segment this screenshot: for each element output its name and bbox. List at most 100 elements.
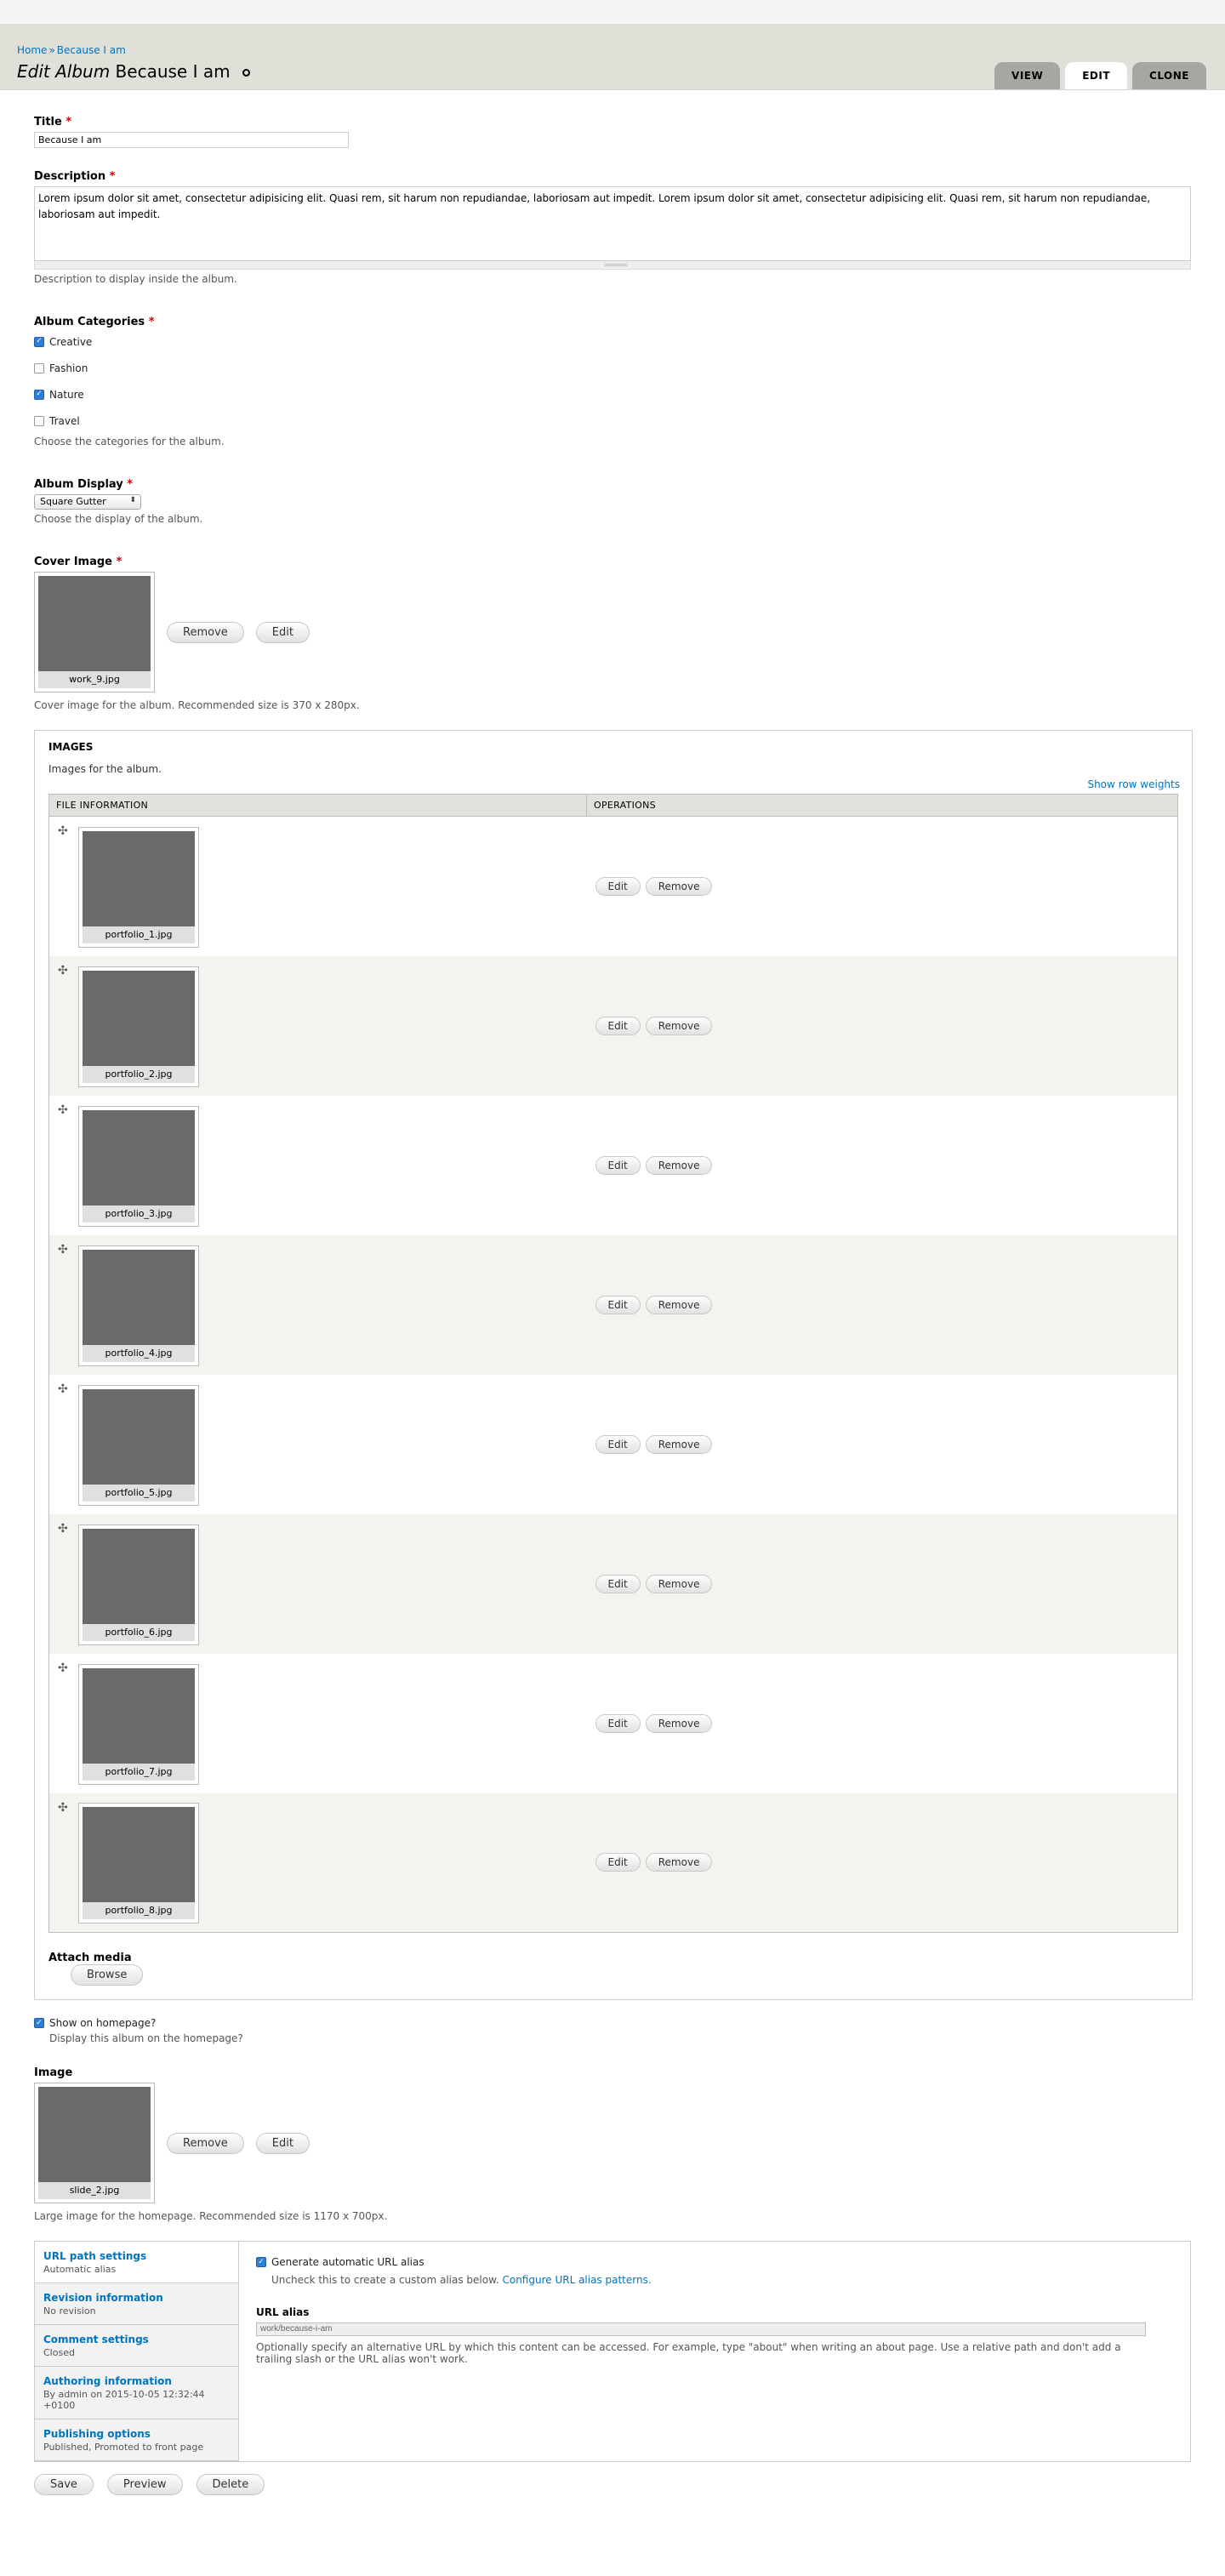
title-label-text: Title — [34, 116, 62, 128]
image-remove-button[interactable]: Remove — [645, 1713, 713, 1733]
tab-view[interactable]: VIEW — [994, 62, 1061, 89]
display-help: Choose the display of the album. — [34, 513, 203, 525]
configure-url-alias-link[interactable]: Configure URL alias patterns. — [502, 2274, 651, 2286]
image-file-cell: ✣ portfolio_5.jpg — [48, 1374, 587, 1514]
url-path-settings-pane: ✓ Generate automatic URL alias Uncheck t… — [239, 2242, 1190, 2461]
cover-label-text: Cover Image — [34, 556, 112, 568]
vertical-tab-item[interactable]: Authoring information By admin on 2015-10… — [35, 2367, 238, 2419]
title-input[interactable] — [34, 132, 349, 148]
image-remove-button[interactable]: Remove — [645, 1853, 713, 1872]
home-image-preview — [38, 2087, 151, 2182]
image-row: ✣ portfolio_7.jpg Edit Remove — [48, 1653, 1178, 1793]
drag-handle-icon[interactable]: ✣ — [58, 825, 68, 837]
cover-edit-button[interactable]: Edit — [255, 621, 310, 643]
image-preview — [83, 1807, 195, 1903]
image-edit-button[interactable]: Edit — [595, 1574, 641, 1593]
image-file-cell: ✣ portfolio_8.jpg — [48, 1792, 587, 1933]
display-select[interactable]: Square Gutter ⬍ — [34, 494, 141, 510]
image-remove-button[interactable]: Remove — [645, 1574, 713, 1593]
vertical-tab-item[interactable]: Comment settings Closed — [35, 2325, 238, 2367]
vertical-tab-title[interactable]: Comment settings — [43, 2334, 230, 2345]
required-marker: * — [148, 316, 155, 328]
image-remove-button[interactable]: Remove — [645, 1295, 713, 1314]
cover-remove-button[interactable]: Remove — [167, 621, 244, 643]
image-edit-button[interactable]: Edit — [595, 1713, 641, 1733]
image-edit-button[interactable]: Edit — [595, 1295, 641, 1314]
form-actions: Save Preview Delete — [34, 2474, 1191, 2495]
image-filename: portfolio_5.jpg — [83, 1484, 195, 1502]
image-edit-button[interactable]: Edit — [595, 1155, 641, 1175]
image-thumbnail: portfolio_3.jpg — [78, 1105, 199, 1227]
url-alias-input[interactable] — [256, 2322, 1146, 2336]
images-help: Images for the album. — [48, 763, 162, 775]
image-operations-cell: Edit Remove — [586, 1095, 1178, 1235]
auto-alias-label: Generate automatic URL alias — [271, 2256, 424, 2268]
home-image-help: Large image for the homepage. Recommende… — [34, 2210, 388, 2222]
category-option[interactable]: Travel — [34, 407, 1191, 434]
image-edit-button[interactable]: Edit — [595, 1853, 641, 1872]
category-option[interactable]: ✓ Creative — [34, 328, 1191, 355]
delete-button[interactable]: Delete — [196, 2474, 265, 2495]
vertical-tab-item[interactable]: URL path settings Automatic alias — [35, 2242, 238, 2283]
images-table-header: FILE INFORMATION OPERATIONS — [48, 794, 1178, 817]
homepage-form-item: ✓ Show on homepage? Display this album o… — [34, 2015, 1191, 2044]
image-remove-button[interactable]: Remove — [645, 1434, 713, 1454]
show-row-weights-link[interactable]: Show row weights — [1087, 778, 1180, 790]
breadcrumb-home-link[interactable]: Home — [17, 44, 47, 56]
image-edit-button[interactable]: Edit — [595, 876, 641, 896]
image-row: ✣ portfolio_3.jpg Edit Remove — [48, 1095, 1178, 1235]
categories-label: Album Categories * — [34, 316, 1191, 328]
image-remove-button[interactable]: Remove — [645, 876, 713, 896]
vertical-tab-list: URL path settings Automatic alias Revision… — [35, 2242, 239, 2461]
homepage-checkbox[interactable]: ✓ — [34, 2018, 44, 2028]
shortcut-icon[interactable] — [242, 69, 250, 77]
tab-clone[interactable]: CLONE — [1132, 62, 1206, 89]
vertical-tab-title[interactable]: Revision information — [43, 2292, 230, 2304]
home-image-widget: slide_2.jpg Remove Edit — [34, 2083, 1191, 2203]
browse-button[interactable]: Browse — [71, 1964, 144, 1986]
category-checkbox[interactable]: ✓ — [34, 336, 44, 347]
category-option[interactable]: Fashion — [34, 355, 1191, 381]
url-alias-help: Optionally specify an alternative URL by… — [256, 2340, 1121, 2365]
node-edit-form: Title * Description * Lorem ipsum dolor … — [0, 90, 1225, 2495]
display-form-item: Album Display * Square Gutter ⬍ Choose th… — [34, 478, 1191, 525]
description-textarea[interactable]: Lorem ipsum dolor sit amet, consectetur … — [34, 186, 1191, 261]
auto-alias-row[interactable]: ✓ Generate automatic URL alias — [256, 2255, 1173, 2269]
image-edit-button[interactable]: Edit — [595, 1434, 641, 1454]
home-image-remove-button[interactable]: Remove — [167, 2132, 244, 2154]
image-operations-cell: Edit Remove — [586, 1792, 1178, 1933]
image-edit-button[interactable]: Edit — [595, 1016, 641, 1035]
cover-image-preview — [38, 576, 151, 671]
image-thumbnail: portfolio_2.jpg — [78, 966, 199, 1087]
image-thumbnail: portfolio_5.jpg — [78, 1384, 199, 1506]
vertical-tab-item[interactable]: Publishing options Published, Promoted to… — [35, 2419, 238, 2461]
image-remove-button[interactable]: Remove — [645, 1155, 713, 1175]
category-checkbox[interactable]: ✓ — [34, 389, 44, 400]
drag-handle-icon[interactable]: ✣ — [58, 1104, 68, 1116]
drag-handle-icon[interactable]: ✣ — [58, 1662, 68, 1674]
category-checkbox[interactable] — [34, 415, 44, 426]
drag-handle-icon[interactable]: ✣ — [58, 1383, 68, 1395]
drag-handle-icon[interactable]: ✣ — [58, 965, 68, 977]
auto-alias-checkbox[interactable]: ✓ — [256, 2257, 266, 2267]
preview-button[interactable]: Preview — [106, 2474, 183, 2495]
category-checkbox[interactable] — [34, 362, 44, 373]
drag-handle-icon[interactable]: ✣ — [58, 1523, 68, 1535]
image-preview — [83, 1388, 195, 1485]
tab-edit[interactable]: EDIT — [1065, 62, 1128, 89]
vertical-tab-title[interactable]: Publishing options — [43, 2428, 230, 2440]
drag-handle-icon[interactable]: ✣ — [58, 1244, 68, 1256]
images-legend: IMAGES — [48, 741, 94, 753]
home-image-edit-button[interactable]: Edit — [255, 2132, 310, 2154]
category-option[interactable]: ✓ Nature — [34, 381, 1191, 407]
save-button[interactable]: Save — [34, 2474, 94, 2495]
textarea-resize-grip[interactable] — [34, 261, 1191, 270]
vertical-tab-title[interactable]: URL path settings — [43, 2250, 230, 2262]
drag-handle-icon[interactable]: ✣ — [58, 1802, 68, 1814]
image-file-cell: ✣ portfolio_6.jpg — [48, 1513, 587, 1654]
breadcrumb-current-link[interactable]: Because I am — [57, 44, 126, 56]
vertical-tab-item[interactable]: Revision information No revision — [35, 2283, 238, 2325]
vertical-tab-title[interactable]: Authoring information — [43, 2375, 230, 2387]
image-remove-button[interactable]: Remove — [645, 1016, 713, 1035]
homepage-checkbox-row[interactable]: ✓ Show on homepage? — [34, 2015, 1191, 2031]
